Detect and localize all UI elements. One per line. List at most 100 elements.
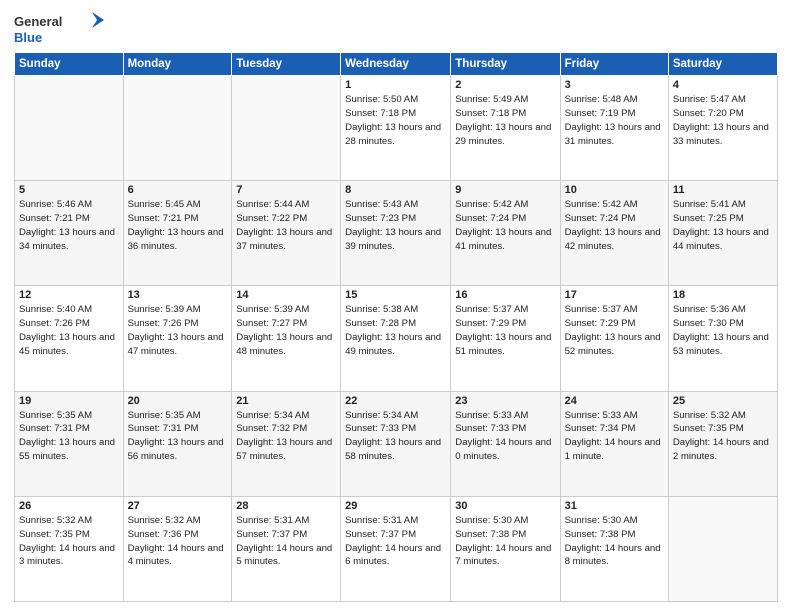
day-info: Sunrise: 5:48 AMSunset: 7:19 PMDaylight:… (565, 93, 664, 149)
day-info: Sunrise: 5:33 AMSunset: 7:34 PMDaylight:… (565, 409, 664, 465)
calendar-cell: 1 Sunrise: 5:50 AMSunset: 7:18 PMDaylight… (341, 76, 451, 181)
calendar-cell: 22 Sunrise: 5:34 AMSunset: 7:33 PMDayligh… (341, 391, 451, 496)
weekday-header-friday: Friday (560, 53, 668, 76)
day-number: 19 (19, 395, 119, 407)
day-number: 17 (565, 289, 664, 301)
logo: General Blue (14, 10, 104, 46)
day-number: 26 (19, 500, 119, 512)
day-number: 11 (673, 184, 773, 196)
day-info: Sunrise: 5:46 AMSunset: 7:21 PMDaylight:… (19, 198, 119, 254)
calendar-cell: 12Sunrise: 5:40 AMSunset: 7:26 PMDayligh… (15, 286, 124, 391)
day-info: Sunrise: 5:43 AMSunset: 7:23 PMDaylight:… (345, 198, 446, 254)
day-number: 30 (455, 500, 555, 512)
calendar-cell: 29 Sunrise: 5:31 AMSunset: 7:37 PMDayligh… (341, 496, 451, 601)
calendar-cell: 18 Sunrise: 5:36 AMSunset: 7:30 PMDayligh… (668, 286, 777, 391)
calendar-cell: 25 Sunrise: 5:32 AMSunset: 7:35 PMDayligh… (668, 391, 777, 496)
weekday-header-monday: Monday (123, 53, 232, 76)
day-info: Sunrise: 5:44 AMSunset: 7:22 PMDaylight:… (236, 198, 336, 254)
calendar-cell: 17 Sunrise: 5:37 AMSunset: 7:29 PMDayligh… (560, 286, 668, 391)
calendar-week-1: 1 Sunrise: 5:50 AMSunset: 7:18 PMDaylight… (15, 76, 778, 181)
day-info: Sunrise: 5:31 AMSunset: 7:37 PMDaylight:… (345, 514, 446, 570)
day-number: 14 (236, 289, 336, 301)
day-info: Sunrise: 5:39 AMSunset: 7:26 PMDaylight:… (128, 303, 228, 359)
day-number: 15 (345, 289, 446, 301)
day-info: Sunrise: 5:36 AMSunset: 7:30 PMDaylight:… (673, 303, 773, 359)
svg-text:General: General (14, 14, 62, 29)
day-info: Sunrise: 5:31 AMSunset: 7:37 PMDaylight:… (236, 514, 336, 570)
day-number: 25 (673, 395, 773, 407)
day-info: Sunrise: 5:45 AMSunset: 7:21 PMDaylight:… (128, 198, 228, 254)
calendar-week-3: 12Sunrise: 5:40 AMSunset: 7:26 PMDayligh… (15, 286, 778, 391)
svg-text:Blue: Blue (14, 30, 42, 45)
weekday-header-saturday: Saturday (668, 53, 777, 76)
calendar-cell: 20Sunrise: 5:35 AMSunset: 7:31 PMDayligh… (123, 391, 232, 496)
day-info: Sunrise: 5:50 AMSunset: 7:18 PMDaylight:… (345, 93, 446, 149)
header: General Blue (14, 10, 778, 46)
calendar-cell: 28 Sunrise: 5:31 AMSunset: 7:37 PMDayligh… (232, 496, 341, 601)
page: General Blue SundayMondayTuesdayWednesda… (0, 0, 792, 612)
day-number: 2 (455, 79, 555, 91)
calendar-cell: 19Sunrise: 5:35 AMSunset: 7:31 PMDayligh… (15, 391, 124, 496)
day-number: 27 (128, 500, 228, 512)
calendar-cell: 3 Sunrise: 5:48 AMSunset: 7:19 PMDaylight… (560, 76, 668, 181)
day-number: 3 (565, 79, 664, 91)
day-info: Sunrise: 5:32 AMSunset: 7:35 PMDaylight:… (673, 409, 773, 465)
calendar-cell: 23 Sunrise: 5:33 AMSunset: 7:33 PMDayligh… (451, 391, 560, 496)
calendar-cell: 9Sunrise: 5:42 AMSunset: 7:24 PMDaylight… (451, 181, 560, 286)
day-info: Sunrise: 5:34 AMSunset: 7:32 PMDaylight:… (236, 409, 336, 465)
calendar-cell: 2 Sunrise: 5:49 AMSunset: 7:18 PMDaylight… (451, 76, 560, 181)
day-number: 18 (673, 289, 773, 301)
calendar-cell (668, 496, 777, 601)
day-info: Sunrise: 5:30 AMSunset: 7:38 PMDaylight:… (565, 514, 664, 570)
calendar-cell: 6 Sunrise: 5:45 AMSunset: 7:21 PMDaylight… (123, 181, 232, 286)
calendar-cell: 8Sunrise: 5:43 AMSunset: 7:23 PMDaylight… (341, 181, 451, 286)
day-number: 6 (128, 184, 228, 196)
day-number: 31 (565, 500, 664, 512)
calendar-cell: 10Sunrise: 5:42 AMSunset: 7:24 PMDayligh… (560, 181, 668, 286)
day-number: 24 (565, 395, 664, 407)
day-info: Sunrise: 5:34 AMSunset: 7:33 PMDaylight:… (345, 409, 446, 465)
calendar-cell (123, 76, 232, 181)
weekday-header-thursday: Thursday (451, 53, 560, 76)
day-number: 21 (236, 395, 336, 407)
calendar-week-4: 19 Sunrise: 5:35 AMSunset: 7:31 PMDayligh… (15, 391, 778, 496)
day-number: 22 (345, 395, 446, 407)
day-info: Sunrise: 5:42 AMSunset: 7:24 PMDaylight:… (455, 198, 555, 254)
calendar-cell (232, 76, 341, 181)
day-info: Sunrise: 5:35 AMSunset: 7:31 PMDaylight:… (128, 409, 228, 465)
day-number: 29 (345, 500, 446, 512)
calendar-cell (15, 76, 124, 181)
day-info: Sunrise: 5:32 AMSunset: 7:36 PMDaylight:… (128, 514, 228, 570)
calendar-cell: 14Sunrise: 5:39 AMSunset: 7:27 PMDayligh… (232, 286, 341, 391)
day-info: Sunrise: 5:49 AMSunset: 7:18 PMDaylight:… (455, 93, 555, 149)
calendar: SundayMondayTuesdayWednesdayThursdayFrid… (14, 52, 778, 602)
day-number: 13 (128, 289, 228, 301)
day-info: Sunrise: 5:47 AMSunset: 7:20 PMDaylight:… (673, 93, 773, 149)
day-number: 23 (455, 395, 555, 407)
calendar-cell: 4 Sunrise: 5:47 AMSunset: 7:20 PMDaylight… (668, 76, 777, 181)
logo-svg: General Blue (14, 10, 104, 46)
day-info: Sunrise: 5:37 AMSunset: 7:29 PMDaylight:… (565, 303, 664, 359)
calendar-cell: 15 Sunrise: 5:38 AMSunset: 7:28 PMDayligh… (341, 286, 451, 391)
day-number: 28 (236, 500, 336, 512)
day-info: Sunrise: 5:33 AMSunset: 7:33 PMDaylight:… (455, 409, 555, 465)
calendar-cell: 16 Sunrise: 5:37 AMSunset: 7:29 PMDayligh… (451, 286, 560, 391)
day-number: 12 (19, 289, 119, 301)
calendar-cell: 26 Sunrise: 5:32 AMSunset: 7:35 PMDayligh… (15, 496, 124, 601)
day-info: Sunrise: 5:32 AMSunset: 7:35 PMDaylight:… (19, 514, 119, 570)
calendar-week-2: 5Sunrise: 5:46 AMSunset: 7:21 PMDaylight… (15, 181, 778, 286)
calendar-cell: 11 Sunrise: 5:41 AMSunset: 7:25 PMDayligh… (668, 181, 777, 286)
day-number: 16 (455, 289, 555, 301)
day-number: 1 (345, 79, 446, 91)
calendar-cell: 7Sunrise: 5:44 AMSunset: 7:22 PMDaylight… (232, 181, 341, 286)
day-info: Sunrise: 5:38 AMSunset: 7:28 PMDaylight:… (345, 303, 446, 359)
day-number: 4 (673, 79, 773, 91)
day-info: Sunrise: 5:42 AMSunset: 7:24 PMDaylight:… (565, 198, 664, 254)
weekday-header-sunday: Sunday (15, 53, 124, 76)
calendar-cell: 21 Sunrise: 5:34 AMSunset: 7:32 PMDayligh… (232, 391, 341, 496)
weekday-header-tuesday: Tuesday (232, 53, 341, 76)
calendar-cell: 5Sunrise: 5:46 AMSunset: 7:21 PMDaylight… (15, 181, 124, 286)
calendar-cell: 13 Sunrise: 5:39 AMSunset: 7:26 PMDayligh… (123, 286, 232, 391)
day-info: Sunrise: 5:41 AMSunset: 7:25 PMDaylight:… (673, 198, 773, 254)
day-info: Sunrise: 5:37 AMSunset: 7:29 PMDaylight:… (455, 303, 555, 359)
